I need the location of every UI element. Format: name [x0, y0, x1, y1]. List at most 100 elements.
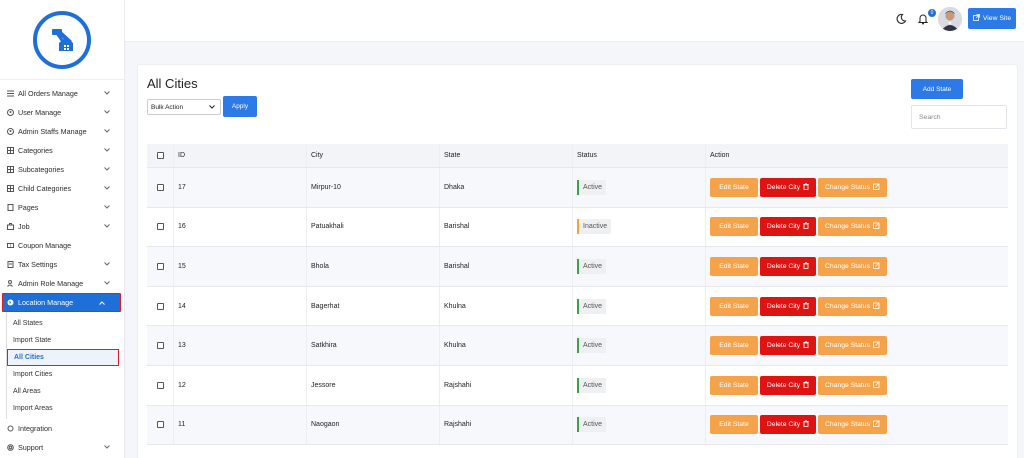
status-badge: Active — [577, 298, 607, 314]
change-status-button[interactable]: Change Status — [818, 177, 887, 197]
chevron-down-icon — [103, 184, 111, 192]
table-row: 11 Naogaon Rajshahi Active Edit State De… — [147, 405, 1008, 446]
sidebar-item-support[interactable]: Support — [0, 438, 124, 457]
delete-city-button[interactable]: Delete City — [760, 375, 816, 395]
row-checkbox[interactable] — [156, 381, 164, 389]
topbar: 0 View Site — [125, 0, 1024, 42]
moon-icon[interactable] — [895, 13, 907, 25]
view-site-button[interactable]: View Site — [968, 8, 1016, 29]
cell-actions: Edit State Delete City Change Status — [706, 247, 1008, 286]
row-checkbox[interactable] — [156, 262, 164, 270]
row-checkbox[interactable] — [156, 302, 164, 310]
sub-item-all-states[interactable]: All States — [7, 315, 124, 332]
sidebar-item-subcategories[interactable]: Subcategories — [0, 160, 124, 179]
sidebar: All Orders Manage User Manage Admin Staf… — [0, 0, 125, 458]
cell-status: Active — [573, 365, 706, 405]
row-checkbox[interactable] — [156, 421, 164, 429]
delete-city-button[interactable]: Delete City — [760, 256, 816, 276]
sidebar-item-user-manage[interactable]: User Manage — [0, 103, 124, 122]
sidebar-item-label: Job — [18, 222, 30, 231]
sub-item-all-areas[interactable]: All Areas — [7, 383, 124, 400]
delete-city-button[interactable]: Delete City — [760, 177, 816, 197]
edit-state-button[interactable]: Edit State — [710, 415, 758, 435]
status-badge: Active — [577, 338, 607, 354]
column-header-action: Action — [710, 152, 730, 159]
sidebar-item-categories[interactable]: Categories — [0, 141, 124, 160]
chevron-up-icon — [98, 299, 106, 307]
search-input[interactable]: Search — [911, 105, 1007, 129]
cell-actions: Edit State Delete City Change Status — [706, 366, 1008, 405]
cell-id: 15 — [174, 247, 307, 286]
change-status-button[interactable]: Change Status — [818, 415, 887, 435]
sub-item-import-areas[interactable]: Import Areas — [7, 400, 124, 417]
change-status-button[interactable]: Change Status — [818, 375, 887, 395]
logo-area — [0, 0, 124, 80]
sidebar-item-label: Admin Staffs Manage — [18, 127, 87, 136]
cell-city: Satkhira — [307, 326, 440, 365]
cell-state: Khulna — [440, 286, 573, 326]
sidebar-item-coupon-manage[interactable]: Coupon Manage — [0, 236, 124, 255]
sidebar-item-integration[interactable]: Integration — [0, 419, 124, 438]
change-status-button[interactable]: Change Status — [818, 336, 887, 356]
edit-state-button[interactable]: Edit State — [710, 217, 758, 237]
row-checkbox[interactable] — [156, 183, 164, 191]
sidebar-item-pages[interactable]: Pages — [0, 198, 124, 217]
edit-state-button[interactable]: Edit State — [710, 336, 758, 356]
row-checkbox[interactable] — [156, 223, 164, 231]
cell-actions: Edit State Delete City Change Status — [706, 208, 1008, 247]
avatar[interactable] — [938, 7, 962, 31]
sidebar-item-all-orders-manage[interactable]: All Orders Manage — [0, 84, 124, 103]
delete-city-button[interactable]: Delete City — [760, 336, 816, 356]
edit-state-button[interactable]: Edit State — [710, 375, 758, 395]
cell-city: Mirpur-10 — [307, 168, 440, 207]
sub-item-import-state[interactable]: Import State — [7, 332, 124, 349]
status-badge: Active — [577, 377, 607, 393]
delete-city-label: Delete City — [766, 262, 801, 270]
table-row: 12 Jessore Rajshahi Active Edit State De… — [147, 365, 1008, 406]
support-icon — [6, 444, 14, 452]
edit-state-button[interactable]: Edit State — [710, 256, 758, 276]
status-badge: Active — [577, 258, 607, 274]
bell-icon[interactable] — [917, 13, 929, 25]
sidebar-item-tax-settings[interactable]: Tax Settings — [0, 255, 124, 274]
sidebar-item-label: Child Categories — [18, 184, 72, 193]
cell-id: 13 — [174, 326, 307, 365]
row-checkbox[interactable] — [156, 342, 164, 350]
logo[interactable] — [33, 10, 91, 69]
sidebar-item-label: All Orders Manage — [18, 89, 78, 98]
change-status-button[interactable]: Change Status — [818, 256, 887, 276]
select-all-cell — [147, 144, 174, 167]
select-all-checkbox[interactable] — [156, 152, 164, 159]
sub-item-all-cities[interactable]: All Cities — [7, 349, 119, 366]
sidebar-item-location-manage[interactable]: Location Manage — [2, 293, 121, 312]
delete-city-button[interactable]: Delete City — [760, 217, 816, 237]
sidebar-item-label: Integration — [18, 424, 52, 433]
edit-square-icon — [873, 341, 880, 350]
cell-actions: Edit State Delete City Change Status — [706, 326, 1008, 365]
bulk-action-select[interactable]: Bulk Action — [147, 99, 221, 115]
edit-state-button[interactable]: Edit State — [710, 177, 758, 197]
sub-item-import-cities[interactable]: Import Cities — [7, 366, 124, 383]
sidebar-item-admin-staffs-manage[interactable]: Admin Staffs Manage — [0, 122, 124, 141]
cell-id: 14 — [174, 286, 307, 326]
delete-city-button[interactable]: Delete City — [760, 296, 816, 316]
delete-city-button[interactable]: Delete City — [760, 415, 816, 435]
add-state-button[interactable]: Add State — [911, 79, 963, 99]
change-status-button[interactable]: Change Status — [818, 217, 887, 237]
sidebar-item-child-categories[interactable]: Child Categories — [0, 179, 124, 198]
trash-icon — [803, 182, 809, 192]
cell-status: Active — [573, 326, 706, 365]
sidebar-item-admin-role-manage[interactable]: Admin Role Manage — [0, 274, 124, 293]
change-status-button[interactable]: Change Status — [818, 296, 887, 316]
cell-state: Rajshahi — [440, 365, 573, 405]
apply-button[interactable]: Apply — [223, 96, 257, 117]
table-row: 17 Mirpur-10 Dhaka Active Edit State Del… — [147, 168, 1008, 208]
page-title: All Cities — [147, 76, 198, 91]
chevron-down-icon — [103, 279, 111, 287]
cell-state: Rajshahi — [440, 405, 573, 445]
external-link-icon — [972, 14, 980, 23]
trash-icon — [803, 222, 809, 231]
sidebar-item-job[interactable]: Job — [0, 217, 124, 236]
edit-state-button[interactable]: Edit State — [710, 296, 758, 316]
cell-status: Active — [573, 168, 706, 207]
